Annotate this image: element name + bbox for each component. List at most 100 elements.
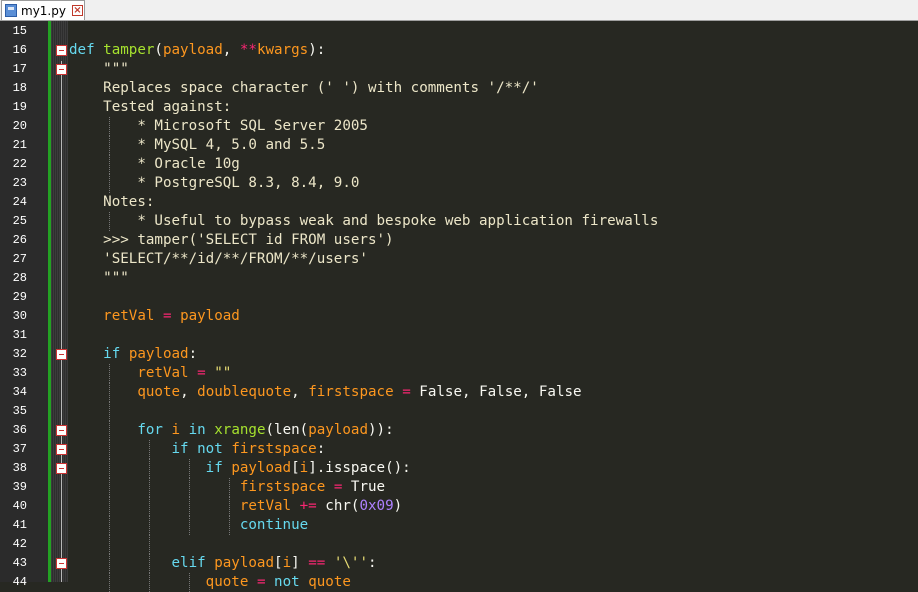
code-token: ) xyxy=(393,498,403,514)
line-number: 24 xyxy=(12,195,27,209)
code-line[interactable]: 23 * PostgreSQL 8.3, 8.4, 9.0 xyxy=(0,174,918,193)
code-token: len xyxy=(274,422,300,438)
line-number: 34 xyxy=(12,385,27,399)
code-token: 'SELECT/**/id/**/FROM/**/users' xyxy=(69,251,368,267)
code-editor[interactable]: 15 16 def tamper(payload, **kwargs): 17 """… xyxy=(0,21,918,592)
code-token: == xyxy=(308,555,326,571)
fold-collapse-icon[interactable] xyxy=(56,444,67,455)
code-line[interactable]: 26 >>> tamper('SELECT id FROM users') xyxy=(0,231,918,250)
line-number: 33 xyxy=(12,366,27,380)
code-line[interactable]: 17 """ xyxy=(0,60,918,79)
code-line[interactable]: 38 if payload[i].isspace(): xyxy=(0,459,918,478)
code-line[interactable]: 24 Notes: xyxy=(0,193,918,212)
code-token: for xyxy=(137,422,163,438)
code-line[interactable]: 31 xyxy=(0,326,918,345)
code-line[interactable]: 41 continue xyxy=(0,516,918,535)
line-number: 41 xyxy=(12,518,27,532)
code-line[interactable]: 18 Replaces space character (' ') with c… xyxy=(0,79,918,98)
code-token: i xyxy=(299,460,309,476)
code-token: quote xyxy=(308,574,351,590)
fold-collapse-icon[interactable] xyxy=(56,463,67,474)
tab-my1-py[interactable]: my1.py × xyxy=(1,0,85,20)
code-token: if xyxy=(171,441,189,457)
code-token: , xyxy=(291,384,309,400)
code-token: ] xyxy=(291,555,309,571)
code-token: >>> tamper('SELECT id FROM users') xyxy=(69,232,394,248)
code-text: firstspace = True xyxy=(69,478,385,497)
code-line[interactable]: 39 firstspace = True xyxy=(0,478,918,497)
code-text: * Oracle 10g xyxy=(69,155,240,174)
code-line[interactable]: 29 xyxy=(0,288,918,307)
code-token: i xyxy=(282,555,292,571)
code-line[interactable]: 15 xyxy=(0,22,918,41)
line-number: 37 xyxy=(12,442,27,456)
line-number: 40 xyxy=(12,499,27,513)
fold-collapse-icon[interactable] xyxy=(56,349,67,360)
code-line[interactable]: 22 * Oracle 10g xyxy=(0,155,918,174)
close-icon[interactable]: × xyxy=(71,5,83,16)
line-number: 21 xyxy=(12,138,27,152)
code-token: Replaces space character (' ') with comm… xyxy=(69,80,539,96)
code-line[interactable]: 20 * Microsoft SQL Server 2005 xyxy=(0,117,918,136)
code-token: * Useful to bypass weak and bespoke web … xyxy=(69,213,659,229)
code-line[interactable]: 32 if payload: xyxy=(0,345,918,364)
code-line[interactable]: 33 retVal = "" xyxy=(0,364,918,383)
fold-collapse-icon[interactable] xyxy=(56,64,67,75)
code-line[interactable]: 27 'SELECT/**/id/**/FROM/**/users' xyxy=(0,250,918,269)
code-line[interactable]: 37 if not firstspace: xyxy=(0,440,918,459)
code-line[interactable]: 34 quote, doublequote, firstspace = Fals… xyxy=(0,383,918,402)
code-token: payload xyxy=(231,460,292,476)
code-text: """ xyxy=(69,60,129,79)
code-token: 0x09 xyxy=(359,498,394,514)
line-number: 16 xyxy=(12,43,27,57)
code-text: for i in xrange(len(payload)): xyxy=(69,421,393,440)
line-number: 27 xyxy=(12,252,27,266)
code-line[interactable]: 35 xyxy=(0,402,918,421)
code-token: i xyxy=(171,422,181,438)
code-line[interactable]: 40 retVal += chr(0x09) xyxy=(0,497,918,516)
indent-guide xyxy=(109,402,110,421)
code-text: continue xyxy=(69,516,308,535)
code-token: = xyxy=(162,308,172,324)
code-line[interactable]: 16 def tamper(payload, **kwargs): xyxy=(0,41,918,60)
code-line[interactable]: 25 * Useful to bypass weak and bespoke w… xyxy=(0,212,918,231)
code-token: tamper xyxy=(103,42,155,58)
code-token: doublequote xyxy=(197,384,292,400)
code-text: if not firstspace: xyxy=(69,440,326,459)
code-line[interactable]: 44 quote = not quote xyxy=(0,573,918,592)
code-token: : xyxy=(188,346,198,362)
code-line[interactable]: 36 for i in xrange(len(payload)): xyxy=(0,421,918,440)
fold-collapse-icon[interactable] xyxy=(56,45,67,56)
code-line[interactable]: 28 """ xyxy=(0,269,918,288)
code-line[interactable]: 30 retVal = payload xyxy=(0,307,918,326)
line-number: 32 xyxy=(12,347,27,361)
code-token: firstspace xyxy=(239,479,326,495)
code-token: : xyxy=(368,555,377,571)
code-line[interactable]: 21 * MySQL 4, 5.0 and 5.5 xyxy=(0,136,918,155)
code-text: Notes: xyxy=(69,193,154,212)
code-line[interactable]: 42 xyxy=(0,535,918,554)
code-text: if payload[i].isspace(): xyxy=(69,459,411,478)
code-line[interactable]: 19 Tested against: xyxy=(0,98,918,117)
fold-collapse-icon[interactable] xyxy=(56,425,67,436)
code-token: , xyxy=(180,384,198,400)
code-line[interactable]: 43 elif payload[i] == '\'': xyxy=(0,554,918,573)
fold-collapse-icon[interactable] xyxy=(56,558,67,569)
